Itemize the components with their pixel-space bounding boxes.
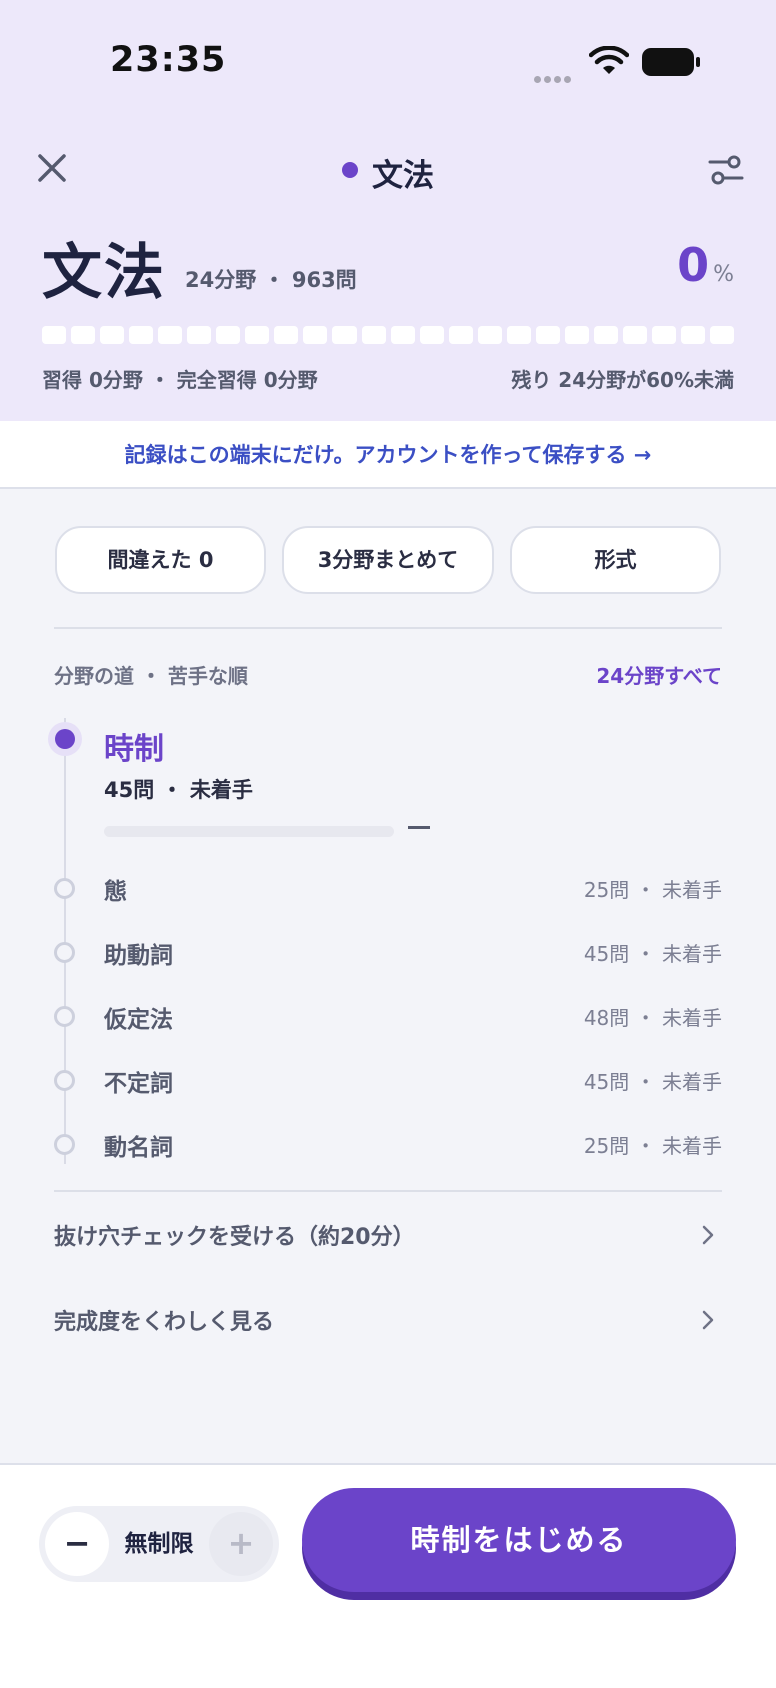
- question-count-value: 無制限: [124, 1531, 194, 1557]
- status-time: 23:35: [110, 40, 227, 80]
- topic-meta: 45問 ・ 未着手: [583, 942, 722, 966]
- topic-name: 態: [104, 879, 127, 905]
- topic-node: [54, 1134, 75, 1155]
- combine-chip[interactable]: 3分野まとめて: [282, 526, 494, 594]
- active-topic-node: [48, 722, 82, 756]
- progress-segment: [187, 326, 212, 344]
- gap-check-label: 抜け穴チェックを受ける（約20分）: [54, 1225, 415, 1250]
- progress-segment: [361, 326, 386, 344]
- topic-row[interactable]: 不定詞 45問 ・ 未着手: [0, 1050, 776, 1110]
- progress-segment: [477, 326, 502, 344]
- wifi-icon: [589, 46, 629, 74]
- nav-title: 文法: [0, 150, 776, 195]
- progress-segment: [129, 326, 154, 344]
- progress-segment: [651, 326, 677, 344]
- topic-meta: 25問 ・ 未着手: [583, 878, 722, 902]
- subject-dot-icon: [342, 162, 358, 178]
- active-topic-progress-text: [408, 826, 430, 829]
- active-topic-meta: 45問 ・ 未着手: [104, 778, 253, 802]
- topic-meta: 45問 ・ 未着手: [583, 1070, 722, 1094]
- topic-meta: 48問 ・ 未着手: [583, 1006, 722, 1030]
- topic-row[interactable]: 仮定法 48問 ・ 未着手: [0, 986, 776, 1046]
- topic-node: [54, 878, 75, 899]
- subject-meta: 24分野 ・ 963問: [185, 268, 357, 292]
- topic-row[interactable]: 動名詞 25問 ・ 未着手: [0, 1114, 776, 1174]
- topic-meta: 25問 ・ 未着手: [583, 1134, 722, 1158]
- progress-segment: [245, 326, 270, 344]
- progress-segment: [564, 326, 589, 344]
- decrement-button[interactable]: −: [45, 1512, 109, 1576]
- question-count-stepper: − 無制限 +: [39, 1506, 279, 1582]
- progress-segment: [42, 326, 67, 344]
- progress-segment: [390, 326, 415, 344]
- divider: [54, 1190, 722, 1192]
- active-topic-progress-bar: [104, 826, 394, 837]
- topic-name: 仮定法: [104, 1007, 173, 1033]
- remaining-stat: 残り 24分野が60%未満: [511, 368, 734, 392]
- topic-name: 助動詞: [104, 943, 173, 969]
- progress-segment: [274, 326, 299, 344]
- topic-name: 動名詞: [104, 1135, 173, 1161]
- filter-settings-icon[interactable]: [706, 150, 746, 190]
- progress-percent-unit: %: [713, 262, 734, 287]
- signal-dots-icon: [534, 68, 576, 83]
- topic-node: [54, 942, 75, 963]
- path-label: 分野の道 ・ 苦手な順: [54, 664, 248, 688]
- subject-title: 文法: [42, 238, 166, 308]
- format-chip[interactable]: 形式: [510, 526, 721, 594]
- progress-segment: [158, 326, 183, 344]
- topic-row[interactable]: 態 25問 ・ 未着手: [0, 858, 776, 918]
- progress-segment: [448, 326, 473, 344]
- progress-segment: [419, 326, 444, 344]
- progress-segment: [681, 326, 706, 344]
- save-account-banner[interactable]: 記録はこの端末にだけ。アカウントを作って保存する →: [0, 421, 776, 489]
- chevron-right-icon: [702, 1225, 714, 1245]
- completion-detail-link[interactable]: 完成度をくわしく見る: [54, 1290, 722, 1350]
- mistakes-chip[interactable]: 間違えた 0: [55, 526, 266, 594]
- progress-segment: [506, 326, 531, 344]
- start-button[interactable]: 時制をはじめる: [302, 1488, 736, 1592]
- topic-node: [54, 1070, 75, 1091]
- nav-title-text: 文法: [372, 158, 434, 194]
- increment-button[interactable]: +: [209, 1512, 273, 1576]
- active-topic-name[interactable]: 時制: [104, 724, 164, 768]
- progress-segment: [710, 326, 735, 344]
- progress-segments: [42, 326, 735, 344]
- progress-segment: [100, 326, 125, 344]
- completion-detail-label: 完成度をくわしく見る: [54, 1310, 275, 1335]
- progress-segment: [622, 326, 647, 344]
- gap-check-link[interactable]: 抜け穴チェックを受ける（約20分）: [54, 1205, 722, 1265]
- chevron-right-icon: [702, 1310, 714, 1330]
- progress-segment: [593, 326, 618, 344]
- topic-row[interactable]: 助動詞 45問 ・ 未着手: [0, 922, 776, 982]
- progress-percent-value: 0: [677, 238, 710, 292]
- progress-segment: [71, 326, 96, 344]
- progress-segment: [216, 326, 241, 344]
- topic-node: [54, 1006, 75, 1027]
- all-topics-link[interactable]: 24分野すべて: [596, 660, 722, 689]
- progress-segment: [303, 326, 328, 344]
- mastery-stat: 習得 0分野 ・ 完全習得 0分野: [42, 368, 318, 392]
- progress-percent: 0%: [677, 238, 734, 292]
- progress-segment: [332, 326, 357, 344]
- divider: [54, 627, 722, 629]
- topic-name: 不定詞: [104, 1071, 173, 1097]
- progress-segment: [535, 326, 560, 344]
- battery-icon: [642, 48, 700, 76]
